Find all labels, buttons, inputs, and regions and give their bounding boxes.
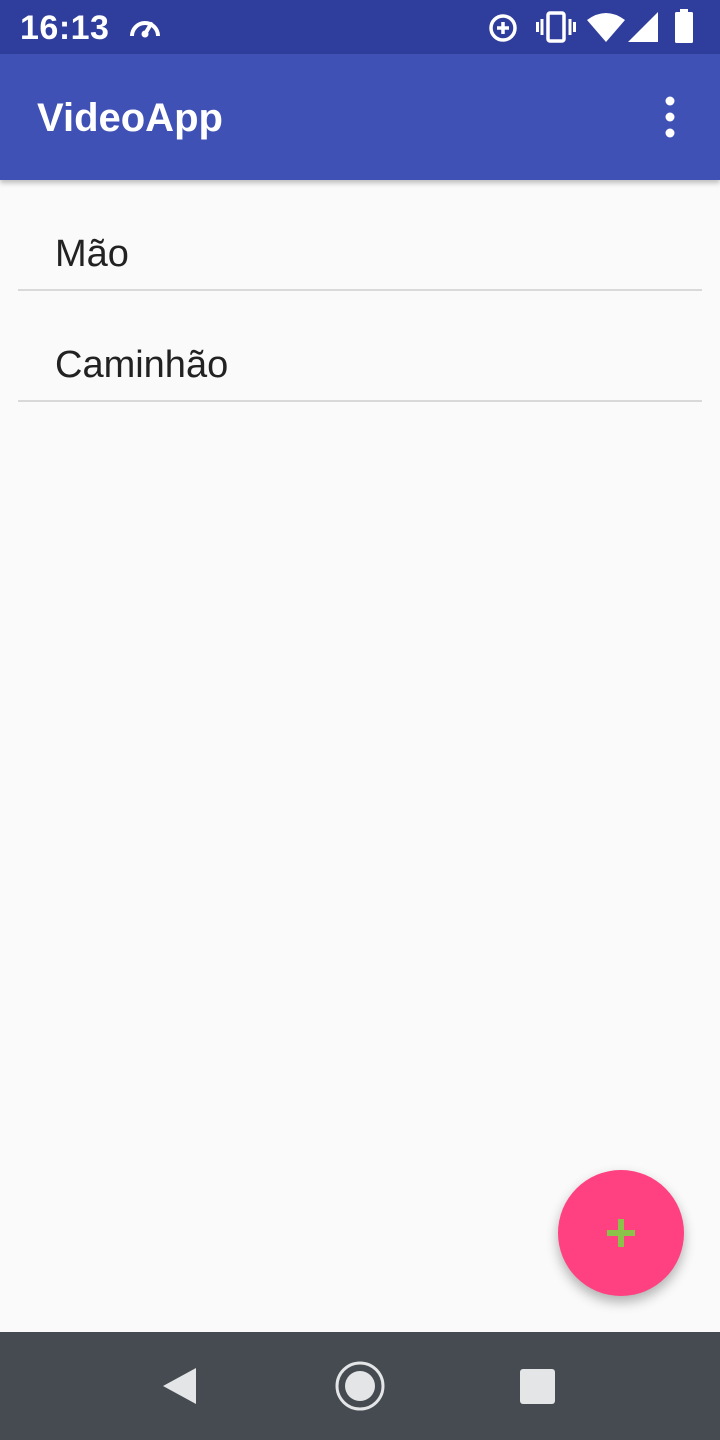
app-title: VideoApp [37, 96, 223, 140]
list-item-label: Mão [55, 233, 129, 275]
add-button[interactable] [558, 1170, 684, 1296]
battery-icon [675, 9, 693, 43]
wifi-icon [587, 13, 625, 42]
list-item[interactable]: Caminhão [18, 291, 702, 402]
back-icon[interactable] [160, 1366, 198, 1406]
list-item[interactable]: Mão [18, 180, 702, 291]
signal-icon [628, 12, 658, 42]
status-bar: 16:13 [0, 0, 720, 54]
vibrate-icon [536, 11, 576, 43]
speedometer-icon [130, 21, 160, 38]
more-vert-icon[interactable] [650, 92, 690, 142]
item-list: Mão Caminhão [0, 180, 720, 402]
add-icon [607, 1219, 635, 1247]
status-time: 16:13 [20, 9, 110, 47]
list-item-label: Caminhão [55, 344, 229, 386]
home-icon[interactable] [334, 1360, 386, 1412]
navigation-bar [0, 1332, 720, 1440]
data-saver-icon [489, 14, 517, 42]
app-bar: VideoApp [0, 54, 720, 180]
recents-icon[interactable] [520, 1369, 555, 1404]
